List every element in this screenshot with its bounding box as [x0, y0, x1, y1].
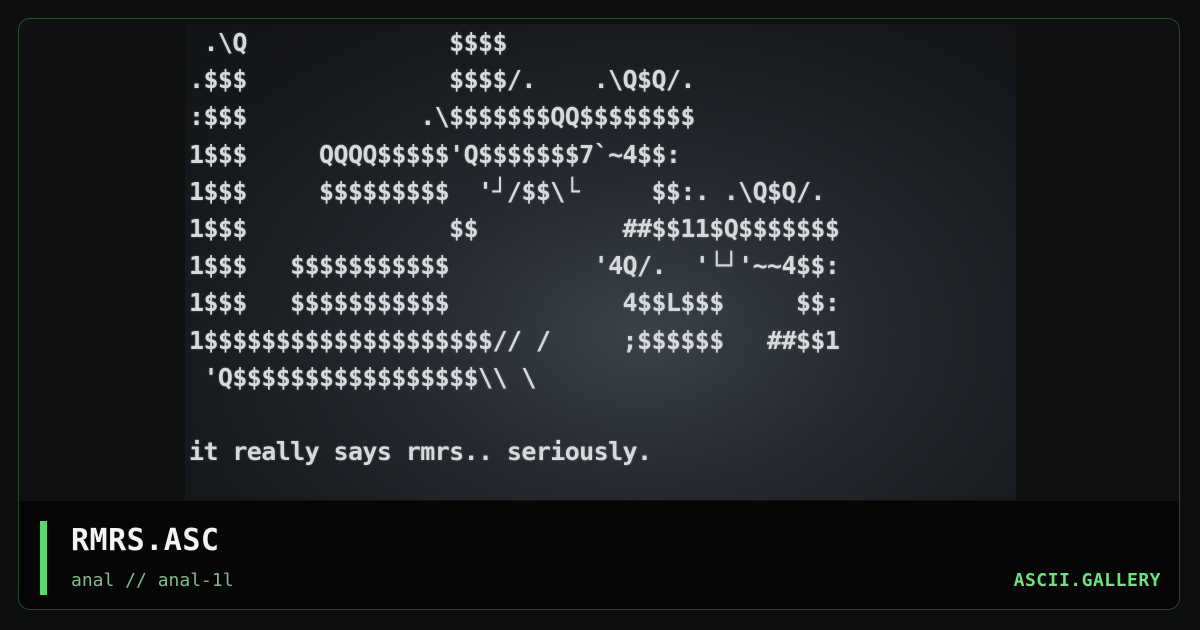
page: .\Q $$$$ .$$$ $$$$/. .\Q$Q/. :$$$ .\$$$$…: [0, 0, 1200, 630]
ascii-art-text: .\Q $$$$ .$$$ $$$$/. .\Q$Q/. :$$$ .\$$$$…: [189, 28, 840, 467]
file-title: RMRS.ASC: [71, 523, 220, 558]
accent-bar: [40, 521, 47, 595]
card-frame: .\Q $$$$ .$$$ $$$$/. .\Q$Q/. :$$$ .\$$$$…: [18, 18, 1180, 610]
ascii-art-preview: .\Q $$$$ .$$$ $$$$/. .\Q$Q/. :$$$ .\$$$$…: [185, 24, 1016, 500]
card-footer: RMRS.ASC anal // anal-1l ASCII.GALLERY: [19, 501, 1179, 609]
brand-label: ASCII.GALLERY: [1013, 570, 1161, 591]
file-subtitle: anal // anal-1l: [71, 570, 234, 591]
